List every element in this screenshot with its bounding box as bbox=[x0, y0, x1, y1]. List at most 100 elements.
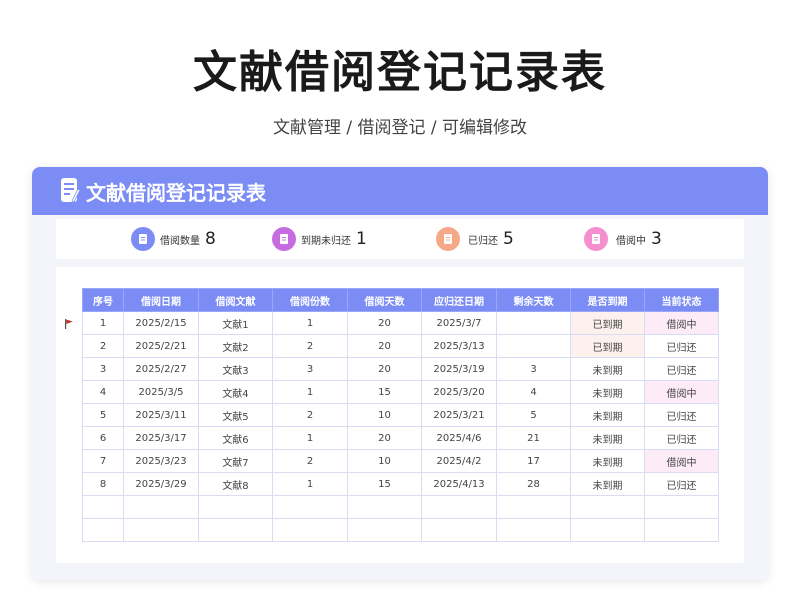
remaining-days-cell[interactable] bbox=[496, 495, 571, 519]
copies-cell[interactable]: 1 bbox=[272, 426, 348, 450]
days-cell[interactable]: 10 bbox=[347, 403, 422, 427]
borrow-date-cell[interactable]: 2025/2/21 bbox=[123, 334, 199, 358]
due-date-cell[interactable]: 2025/4/6 bbox=[421, 426, 497, 450]
due-status-cell[interactable]: 未到期 bbox=[570, 472, 645, 496]
borrow-date-cell[interactable]: 2025/3/11 bbox=[123, 403, 199, 427]
borrow-date-cell[interactable]: 2025/2/27 bbox=[123, 357, 199, 381]
index-cell[interactable]: 1 bbox=[82, 311, 124, 335]
stat-borrow-count: 借阅数量 8 bbox=[131, 227, 216, 251]
borrow-date-cell[interactable] bbox=[123, 495, 199, 519]
document-icon bbox=[436, 227, 460, 251]
due-date-cell[interactable] bbox=[421, 518, 497, 542]
remaining-days-cell[interactable] bbox=[496, 334, 571, 358]
index-cell[interactable]: 4 bbox=[82, 380, 124, 404]
due-status-cell[interactable]: 未到期 bbox=[570, 403, 645, 427]
copies-cell[interactable]: 2 bbox=[272, 334, 348, 358]
copies-cell[interactable] bbox=[272, 518, 348, 542]
due-status-cell[interactable]: 已到期 bbox=[570, 334, 645, 358]
index-cell[interactable]: 8 bbox=[82, 472, 124, 496]
index-cell[interactable] bbox=[82, 518, 124, 542]
days-cell[interactable] bbox=[347, 518, 422, 542]
copies-cell[interactable] bbox=[272, 495, 348, 519]
copies-cell[interactable]: 1 bbox=[272, 311, 348, 335]
remaining-days-cell[interactable] bbox=[496, 311, 571, 335]
remaining-days-cell[interactable]: 21 bbox=[496, 426, 571, 450]
copies-cell[interactable]: 2 bbox=[272, 449, 348, 473]
due-date-cell[interactable]: 2025/3/19 bbox=[421, 357, 497, 381]
days-cell[interactable]: 15 bbox=[347, 380, 422, 404]
borrow-date-cell[interactable]: 2025/3/17 bbox=[123, 426, 199, 450]
borrow-date-cell[interactable]: 2025/3/29 bbox=[123, 472, 199, 496]
remaining-days-cell[interactable]: 3 bbox=[496, 357, 571, 381]
borrow-date-cell[interactable]: 2025/3/23 bbox=[123, 449, 199, 473]
document-cell[interactable]: 文献6 bbox=[198, 426, 273, 450]
current-status-cell[interactable]: 已归还 bbox=[644, 426, 719, 450]
document-cell[interactable]: 文献7 bbox=[198, 449, 273, 473]
due-date-cell[interactable]: 2025/3/7 bbox=[421, 311, 497, 335]
document-cell[interactable]: 文献2 bbox=[198, 334, 273, 358]
table-body: 1 2025/2/15 文献1 1 20 2025/3/7 已到期 借阅中 2 2025/2/21… bbox=[82, 311, 719, 542]
remaining-days-cell[interactable]: 5 bbox=[496, 403, 571, 427]
due-date-cell[interactable] bbox=[421, 495, 497, 519]
due-status-cell[interactable]: 未到期 bbox=[570, 380, 645, 404]
due-status-cell[interactable]: 未到期 bbox=[570, 357, 645, 381]
document-cell[interactable]: 文献3 bbox=[198, 357, 273, 381]
document-cell[interactable] bbox=[198, 518, 273, 542]
days-cell[interactable]: 20 bbox=[347, 334, 422, 358]
remaining-days-cell[interactable]: 4 bbox=[496, 380, 571, 404]
due-status-cell[interactable]: 已到期 bbox=[570, 311, 645, 335]
due-date-cell[interactable]: 2025/3/21 bbox=[421, 403, 497, 427]
copies-cell[interactable]: 1 bbox=[272, 380, 348, 404]
due-date-cell[interactable]: 2025/4/13 bbox=[421, 472, 497, 496]
due-date-cell[interactable]: 2025/3/13 bbox=[421, 334, 497, 358]
stat-overdue: 到期未归还 1 bbox=[272, 227, 367, 251]
index-cell[interactable] bbox=[82, 495, 124, 519]
page-title: 文献借阅登记记录表 bbox=[193, 47, 607, 98]
current-status-cell[interactable]: 借阅中 bbox=[644, 311, 719, 335]
days-cell[interactable]: 15 bbox=[347, 472, 422, 496]
current-status-cell[interactable]: 已归还 bbox=[644, 472, 719, 496]
due-status-cell[interactable]: 未到期 bbox=[570, 449, 645, 473]
borrow-date-cell[interactable]: 2025/2/15 bbox=[123, 311, 199, 335]
document-cell[interactable]: 文献4 bbox=[198, 380, 273, 404]
current-status-cell[interactable]: 借阅中 bbox=[644, 380, 719, 404]
remaining-days-cell[interactable]: 28 bbox=[496, 472, 571, 496]
copies-cell[interactable]: 1 bbox=[272, 472, 348, 496]
borrow-table: 序号 借阅日期 借阅文献 借阅份数 借阅天数 应归还日期 剩余天数 是否到期 当… bbox=[82, 288, 719, 542]
index-cell[interactable]: 5 bbox=[82, 403, 124, 427]
due-status-cell[interactable]: 未到期 bbox=[570, 426, 645, 450]
remaining-days-cell[interactable]: 17 bbox=[496, 449, 571, 473]
remaining-days-cell[interactable] bbox=[496, 518, 571, 542]
index-cell[interactable]: 7 bbox=[82, 449, 124, 473]
column-header: 借阅文献 bbox=[198, 288, 273, 312]
copies-cell[interactable]: 2 bbox=[272, 403, 348, 427]
due-date-cell[interactable]: 2025/3/20 bbox=[421, 380, 497, 404]
days-cell[interactable]: 20 bbox=[347, 311, 422, 335]
stat-label: 借阅中 bbox=[616, 235, 646, 247]
document-cell[interactable] bbox=[198, 495, 273, 519]
due-status-cell[interactable] bbox=[570, 518, 645, 542]
stat-value: 1 bbox=[356, 229, 367, 249]
days-cell[interactable] bbox=[347, 495, 422, 519]
copies-cell[interactable]: 3 bbox=[272, 357, 348, 381]
days-cell[interactable]: 20 bbox=[347, 357, 422, 381]
current-status-cell[interactable]: 已归还 bbox=[644, 334, 719, 358]
document-cell[interactable]: 文献1 bbox=[198, 311, 273, 335]
stat-borrowing: 借阅中 3 bbox=[584, 227, 662, 251]
days-cell[interactable]: 10 bbox=[347, 449, 422, 473]
current-status-cell[interactable]: 借阅中 bbox=[644, 449, 719, 473]
borrow-date-cell[interactable]: 2025/3/5 bbox=[123, 380, 199, 404]
document-cell[interactable]: 文献5 bbox=[198, 403, 273, 427]
current-status-cell[interactable]: 已归还 bbox=[644, 357, 719, 381]
index-cell[interactable]: 3 bbox=[82, 357, 124, 381]
days-cell[interactable]: 20 bbox=[347, 426, 422, 450]
current-status-cell[interactable] bbox=[644, 495, 719, 519]
current-status-cell[interactable]: 已归还 bbox=[644, 403, 719, 427]
index-cell[interactable]: 6 bbox=[82, 426, 124, 450]
current-status-cell[interactable] bbox=[644, 518, 719, 542]
index-cell[interactable]: 2 bbox=[82, 334, 124, 358]
due-status-cell[interactable] bbox=[570, 495, 645, 519]
due-date-cell[interactable]: 2025/4/2 bbox=[421, 449, 497, 473]
document-cell[interactable]: 文献8 bbox=[198, 472, 273, 496]
borrow-date-cell[interactable] bbox=[123, 518, 199, 542]
